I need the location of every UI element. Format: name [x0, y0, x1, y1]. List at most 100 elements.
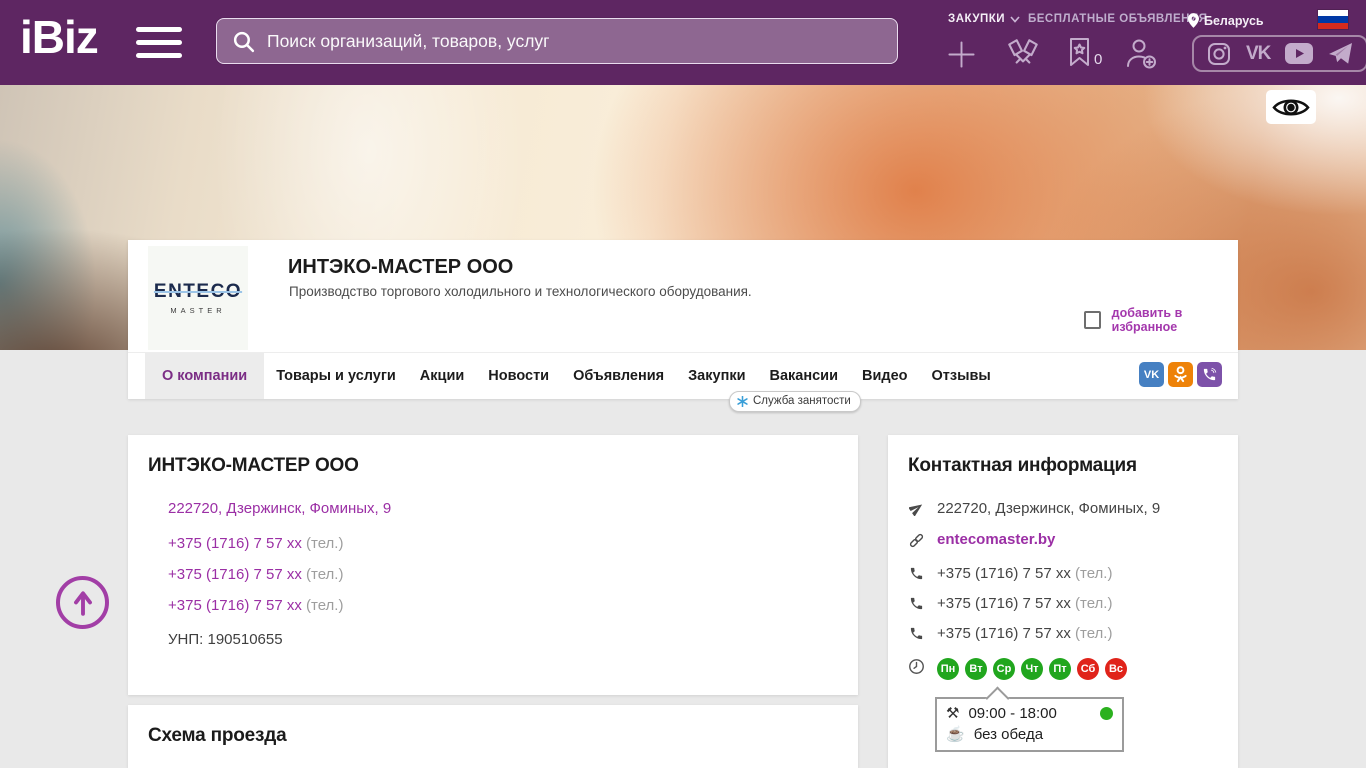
menu-icon[interactable] [136, 27, 182, 58]
user-add-icon [1127, 39, 1156, 69]
nav-arrow-icon [908, 500, 925, 516]
search-input[interactable] [267, 30, 883, 52]
search-icon [231, 29, 256, 54]
social-links-box: VK [1192, 35, 1366, 72]
ok-icon[interactable] [1168, 362, 1193, 387]
handshake-icon [1008, 39, 1038, 64]
link-icon [908, 531, 925, 549]
company-logo-subtext: MASTER [170, 306, 226, 315]
tools-icon: ⚒ [946, 705, 960, 722]
partners-button[interactable] [1004, 36, 1042, 72]
phone-icon [908, 565, 925, 581]
location-pin-icon [1188, 13, 1199, 28]
website-link[interactable]: entecomaster.by [937, 531, 1055, 548]
contact-phone-row: +375 (1716) 7 57 xx (тел.) [908, 625, 1218, 642]
contact-address-row: 222720, Дзержинск, Фоминых, 9 [908, 500, 1218, 517]
company-logo: ENTECO MASTER [148, 246, 248, 350]
phone-link[interactable]: +375 (1716) 7 57 xx [937, 625, 1071, 642]
day-badge-sat[interactable]: Сб [1077, 658, 1099, 680]
clock-icon [908, 658, 925, 680]
company-description: Производство торгового холодильного и те… [289, 284, 752, 299]
tab-products[interactable]: Товары и услуги [264, 353, 408, 399]
phone-icon [908, 595, 925, 611]
tab-promotions[interactable]: Акции [408, 353, 476, 399]
phone-row: +375 (1716) 7 57 xx (тел.) [168, 566, 344, 583]
chevron-down-icon [1010, 15, 1020, 23]
bookmark-count: 0 [1094, 51, 1103, 68]
instagram-icon[interactable] [1207, 42, 1231, 66]
eye-icon [1272, 98, 1310, 116]
tab-reviews[interactable]: Отзывы [920, 353, 1003, 399]
telegram-icon[interactable] [1328, 42, 1353, 65]
favorite-checkbox[interactable] [1084, 311, 1101, 329]
contact-info-card: Контактная информация 222720, Дзержинск,… [888, 435, 1238, 768]
youtube-icon[interactable] [1285, 43, 1314, 64]
viber-icon[interactable] [1197, 362, 1222, 387]
header: iBiz ЗАКУПКИ БЕСПЛАТНЫЕ ОБЪЯВЛЕНИЯ Белар… [0, 0, 1366, 85]
contact-card-title: Контактная информация [908, 455, 1137, 476]
accessibility-version-button[interactable] [1266, 90, 1316, 124]
day-badge-thu[interactable]: Чт [1021, 658, 1043, 680]
bookmarks-button[interactable]: 0 [1068, 37, 1102, 68]
phone-link[interactable]: +375 (1716) 7 57 xx [168, 566, 302, 583]
contact-website-row: entecomaster.by [908, 531, 1218, 549]
working-hours: 09:00 - 18:00 [968, 704, 1057, 722]
day-badge-tue[interactable]: Вт [965, 658, 987, 680]
vk-icon[interactable]: VK [1246, 43, 1271, 65]
contact-phone-row: +375 (1716) 7 57 xx (тел.) [908, 595, 1218, 612]
add-to-favorites[interactable]: добавить в избранное [1084, 306, 1238, 334]
company-logo-text: ENTECO [153, 281, 243, 302]
company-name: ИНТЭКО-МАСТЕР ООО [288, 256, 514, 278]
phone-row: +375 (1716) 7 57 xx (тел.) [168, 535, 344, 552]
plus-icon [948, 41, 975, 68]
site-logo[interactable]: iBiz [20, 10, 99, 64]
phone-icon [908, 625, 925, 641]
arrow-up-icon [73, 590, 92, 616]
contact-phone-row: +375 (1716) 7 57 xx (тел.) [908, 565, 1218, 582]
page: { "header": { "logo": "iBiz", "search": … [0, 0, 1366, 768]
scroll-top-button[interactable] [56, 576, 109, 629]
coffee-icon: ☕ [946, 726, 965, 743]
add-company-button[interactable] [947, 40, 976, 69]
search-bar [216, 18, 898, 64]
vk-icon[interactable]: VK [1139, 362, 1164, 387]
phone-link[interactable]: +375 (1716) 7 57 xx [937, 565, 1071, 582]
info-card-title: ИНТЭКО-МАСТЕР ООО [148, 455, 359, 476]
map-card-title: Схема проезда [148, 725, 287, 746]
company-social-buttons: VK [1139, 362, 1222, 387]
language-flag-russian[interactable] [1318, 10, 1348, 29]
day-badge-wed[interactable]: Ср [993, 658, 1015, 680]
company-header-card: ENTECO MASTER ИНТЭКО-МАСТЕР ООО Производ… [128, 240, 1238, 399]
tab-ads[interactable]: Объявления [561, 353, 676, 399]
company-address-link[interactable]: 222720, Дзержинск, Фоминых, 9 [168, 500, 391, 517]
company-info-card: ИНТЭКО-МАСТЕР ООО 222720, Дзержинск, Фом… [128, 435, 858, 695]
company-unp: УНП: 190510655 [168, 631, 283, 648]
day-badge-sun[interactable]: Вс [1105, 658, 1127, 680]
phone-link[interactable]: +375 (1716) 7 57 xx [168, 535, 302, 552]
phone-link[interactable]: +375 (1716) 7 57 xx [937, 595, 1071, 612]
working-days: Пн Вт Ср Чт Пт Сб Вс [937, 658, 1127, 680]
schedule-tooltip: ⚒ 09:00 - 18:00 ☕ без обеда [935, 697, 1124, 752]
day-badge-fri[interactable]: Пт [1049, 658, 1071, 680]
profile-button[interactable] [1124, 37, 1158, 70]
nav-free-ads[interactable]: БЕСПЛАТНЫЕ ОБЪЯВЛЕНИЯ [1028, 13, 1207, 25]
tab-video[interactable]: Видео [850, 353, 920, 399]
asterisk-icon [737, 395, 748, 407]
lunch-info: без обеда [973, 725, 1044, 743]
day-badge-mon[interactable]: Пн [937, 658, 959, 680]
tab-about[interactable]: О компании [145, 353, 265, 399]
nav-purchases[interactable]: ЗАКУПКИ [948, 13, 1020, 25]
tab-news[interactable]: Новости [476, 353, 561, 399]
bookmark-star-icon [1070, 38, 1089, 66]
map-card: Схема проезда [128, 705, 858, 768]
favorite-label: добавить в избранное [1111, 306, 1183, 334]
phone-link[interactable]: +375 (1716) 7 57 xx [168, 597, 302, 614]
working-hours-row: ⚒ 09:00 - 18:00 [946, 704, 1113, 722]
working-days-row: Пн Вт Ср Чт Пт Сб Вс [908, 658, 1218, 680]
contact-address: 222720, Дзержинск, Фоминых, 9 [937, 500, 1161, 517]
company-tabs: О компании Товары и услуги Акции Новости… [128, 352, 1238, 399]
employment-service-tooltip: Служба занятости [729, 391, 861, 412]
nav-region[interactable]: Беларусь [1188, 13, 1264, 28]
employment-service-label: Служба занятости [753, 395, 851, 407]
lunch-row: ☕ без обеда [946, 725, 1113, 744]
